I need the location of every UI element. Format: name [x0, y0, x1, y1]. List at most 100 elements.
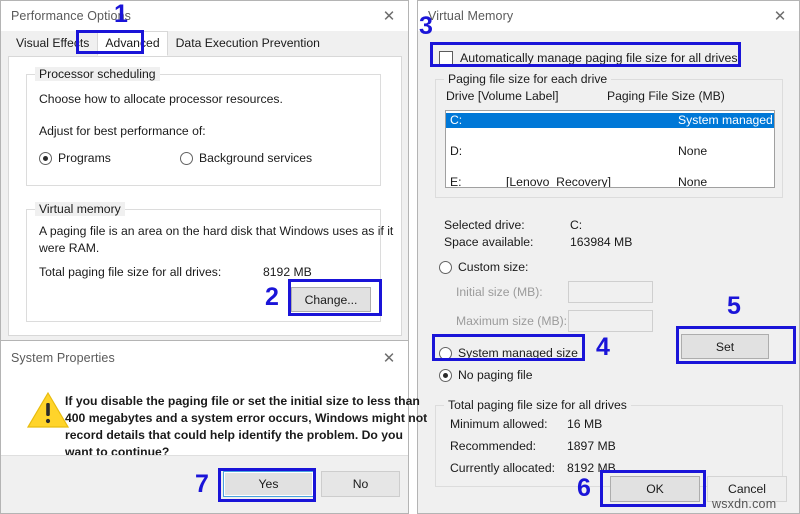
table-row[interactable]: C: System managed [446, 113, 774, 128]
auto-manage-paging-label: Automatically manage paging file size fo… [460, 51, 738, 65]
table-row[interactable]: E: [Lenovo_Recovery] None [446, 175, 774, 188]
ok-button[interactable]: OK [610, 476, 700, 502]
tab-dep-label: Data Execution Prevention [175, 36, 320, 50]
yes-button-label: Yes [258, 477, 279, 491]
initial-size-input[interactable] [568, 281, 653, 303]
yes-button[interactable]: Yes [223, 471, 314, 497]
radio-no-paging-file[interactable]: No paging file [439, 368, 533, 382]
paging-file-size-group: Paging file size for each drive Drive [V… [435, 72, 783, 198]
virtual-memory-description-line1: A paging file is an area on the hard dis… [39, 224, 394, 238]
currently-allocated-value: 8192 MB [567, 461, 616, 475]
selected-drive-value: C: [570, 218, 583, 232]
row-drive: C: [450, 113, 463, 127]
warning-triangle-icon [27, 391, 69, 428]
change-button-label: Change... [304, 292, 358, 307]
step-number-3: 3 [419, 12, 433, 40]
radio-custom-size-dot [439, 260, 452, 274]
auto-manage-paging-checkbox[interactable]: Automatically manage paging file size fo… [439, 51, 738, 65]
space-available-label: Space available: [444, 235, 534, 249]
radio-programs[interactable]: Programs [39, 151, 111, 165]
close-icon[interactable]: ✕ [370, 1, 408, 31]
close-icon[interactable]: ✕ [370, 341, 408, 375]
performance-options-title: Performance Options [11, 9, 132, 23]
step-number-2: 2 [265, 283, 279, 311]
radio-no-paging-file-dot [439, 368, 452, 382]
checkbox-box [439, 51, 453, 65]
tab-visual-effects-label: Visual Effects [16, 36, 90, 50]
tab-visual-effects[interactable]: Visual Effects [8, 31, 98, 56]
tab-page-advanced: Processor scheduling Choose how to alloc… [8, 56, 402, 336]
step-number-6: 6 [577, 474, 591, 502]
warning-message-line3: record details that could help identify … [65, 428, 403, 442]
performance-options-dialog: Performance Options ✕ Visual Effects Adv… [0, 0, 409, 341]
virtual-memory-titlebar: Virtual Memory ✕ [418, 1, 799, 31]
radio-background-services-dot [180, 151, 193, 165]
drive-list[interactable]: C: System managed D: None E: [Lenovo_Rec… [445, 110, 775, 188]
minimum-allowed-label: Minimum allowed: [450, 417, 548, 431]
row-size: None [678, 175, 708, 188]
virtual-memory-group: Virtual memory A paging file is an area … [26, 202, 393, 322]
row-size: System managed [678, 113, 773, 127]
tab-strip: Visual Effects Advanced Data Execution P… [8, 31, 328, 56]
minimum-allowed-value: 16 MB [567, 417, 603, 431]
row-volume: [Lenovo_Recovery] [506, 175, 612, 188]
screenshot-root: Performance Options ✕ Visual Effects Adv… [0, 0, 800, 514]
space-available-value: 163984 MB [570, 235, 633, 249]
radio-programs-label: Programs [58, 151, 111, 165]
radio-custom-size-label: Custom size: [458, 260, 529, 274]
total-paging-size-value: 8192 MB [263, 265, 312, 279]
warning-message-line1: If you disable the paging file or set th… [65, 394, 420, 408]
maximum-size-input[interactable] [568, 310, 653, 332]
close-icon[interactable]: ✕ [761, 1, 799, 31]
performance-options-client: Visual Effects Advanced Data Execution P… [1, 31, 408, 340]
radio-system-managed-size[interactable]: System managed size [439, 346, 578, 360]
row-size: None [678, 144, 708, 158]
column-header-drive: Drive [Volume Label] [446, 89, 559, 103]
change-button[interactable]: Change... [291, 287, 371, 312]
table-row[interactable]: D: None [446, 144, 774, 159]
initial-size-label: Initial size (MB): [456, 285, 543, 299]
virtual-memory-client: Automatically manage paging file size fo… [418, 31, 799, 513]
processor-scheduling-group: Processor scheduling Choose how to alloc… [26, 67, 381, 186]
radio-system-managed-size-label: System managed size [458, 346, 578, 360]
radio-system-managed-size-dot [439, 346, 452, 360]
total-paging-size-label: Total paging file size for all drives: [39, 265, 222, 279]
no-button-label: No [352, 477, 369, 491]
virtual-memory-legend: Virtual memory [35, 202, 125, 216]
row-drive: D: [450, 144, 463, 158]
step-number-5: 5 [727, 292, 741, 320]
watermark: wsxdn.com [712, 497, 777, 511]
system-properties-titlebar: System Properties ✕ [1, 341, 408, 375]
currently-allocated-label: Currently allocated: [450, 461, 555, 475]
recommended-label: Recommended: [450, 439, 537, 453]
paging-file-size-legend: Paging file size for each drive [444, 72, 612, 86]
step-number-7: 7 [195, 470, 209, 498]
radio-background-services-label: Background services [199, 151, 313, 165]
step-number-1: 1 [114, 0, 128, 28]
virtual-memory-description-line2: were RAM. [39, 241, 100, 255]
virtual-memory-dialog: Virtual Memory ✕ Automatically manage pa… [417, 0, 800, 514]
total-paging-legend: Total paging file size for all drives [444, 398, 631, 412]
performance-options-titlebar: Performance Options ✕ [1, 1, 408, 31]
radio-programs-dot [39, 151, 52, 165]
processor-scheduling-description: Choose how to allocate processor resourc… [39, 92, 283, 106]
radio-custom-size[interactable]: Custom size: [439, 260, 528, 274]
set-button-label: Set [715, 339, 735, 354]
adjust-performance-label: Adjust for best performance of: [39, 124, 206, 138]
radio-background-services[interactable]: Background services [180, 151, 312, 165]
no-button[interactable]: No [321, 471, 400, 497]
total-paging-group: Total paging file size for all drives Mi… [435, 398, 783, 487]
tab-advanced-label: Advanced [105, 36, 160, 50]
recommended-value: 1897 MB [567, 439, 616, 453]
ok-button-label: OK [646, 482, 664, 496]
maximum-size-label: Maximum size (MB): [456, 314, 568, 328]
system-properties-title: System Properties [11, 351, 115, 365]
tab-advanced[interactable]: Advanced [97, 31, 168, 56]
warning-message-line2: 400 megabytes and a system error occurs,… [65, 411, 428, 425]
processor-scheduling-legend: Processor scheduling [35, 67, 160, 81]
selected-drive-label: Selected drive: [444, 218, 525, 232]
step-number-4: 4 [596, 333, 610, 361]
tab-data-execution-prevention[interactable]: Data Execution Prevention [167, 31, 328, 56]
set-button[interactable]: Set [681, 334, 769, 359]
row-drive: E: [450, 175, 462, 188]
